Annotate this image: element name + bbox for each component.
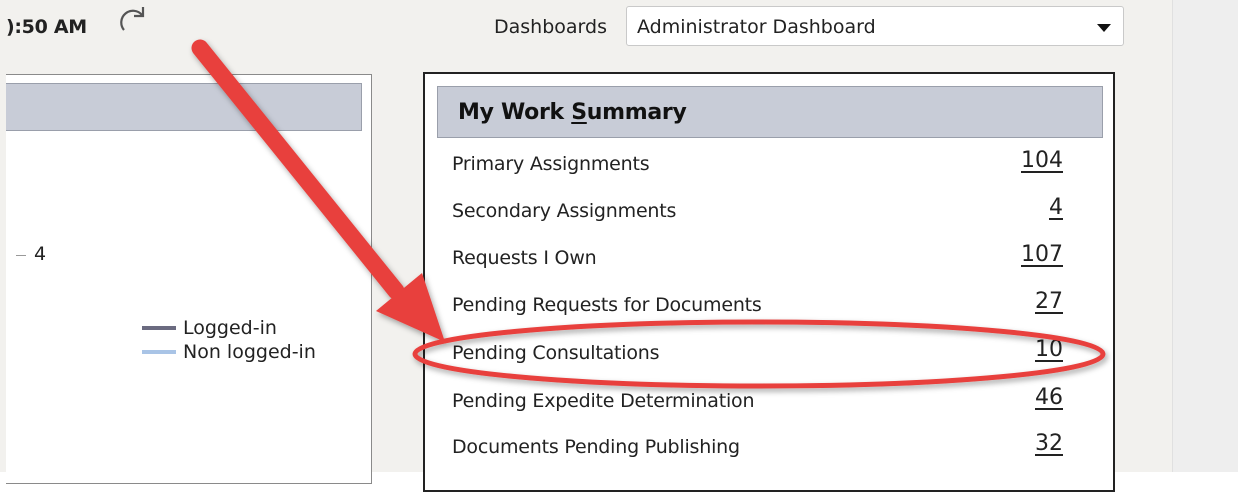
row-count-link[interactable]: 27 [1035, 289, 1063, 314]
title-accesskey: S [571, 100, 587, 125]
title-part: ummary [586, 100, 687, 125]
last-updated-time: ):50 AM [6, 16, 87, 38]
row-label: Pending Requests for Documents [452, 294, 762, 316]
my-work-summary-panel: My Work Summary Primary Assignments 104 … [423, 72, 1115, 492]
row-count-link[interactable]: 46 [1035, 385, 1063, 410]
summary-row-secondary-assignments: Secondary Assignments 4 [437, 189, 1103, 235]
row-label: Pending Consultations [452, 342, 660, 364]
legend-label: Logged-in [183, 317, 277, 339]
row-label: Pending Expedite Determination [452, 390, 755, 412]
axis-label: 4 [34, 243, 47, 265]
dashboard-select[interactable]: Administrator Dashboard [626, 6, 1124, 46]
summary-row-pending-consultations: Pending Consultations 10 [437, 331, 1103, 377]
row-count-link[interactable]: 32 [1035, 431, 1063, 456]
app-window: ):50 AM Dashboards Administrator Dashboa… [0, 0, 1172, 492]
panel-title: My Work Summary [458, 100, 687, 125]
title-part: My Work [458, 100, 572, 125]
row-label: Secondary Assignments [452, 200, 677, 222]
row-label: Requests I Own [452, 247, 597, 269]
dashboards-label: Dashboards [494, 16, 607, 38]
axis-tick [16, 255, 26, 256]
refresh-icon[interactable] [116, 4, 150, 38]
row-count-link[interactable]: 10 [1035, 337, 1063, 362]
row-label: Documents Pending Publishing [452, 436, 740, 458]
users-chart-panel: 4 Logged-in Non logged-in [6, 74, 372, 484]
row-count-link[interactable]: 104 [1021, 148, 1063, 173]
summary-row-primary-assignments: Primary Assignments 104 [437, 142, 1103, 188]
summary-row-pending-expedite-determination: Pending Expedite Determination 46 [437, 379, 1103, 425]
row-count-link[interactable]: 4 [1049, 195, 1063, 220]
legend-item-logged-in: Logged-in [142, 317, 277, 339]
legend-label: Non logged-in [183, 341, 316, 363]
legend-swatch [142, 326, 176, 330]
summary-row-requests-i-own: Requests I Own 107 [437, 236, 1103, 282]
right-gutter [1172, 0, 1238, 472]
chevron-down-icon[interactable] [1097, 24, 1111, 32]
row-label: Primary Assignments [452, 153, 650, 175]
dashboard-select-value: Administrator Dashboard [637, 16, 876, 38]
summary-row-documents-pending-publishing: Documents Pending Publishing 32 [437, 425, 1103, 471]
summary-row-pending-requests-for-documents: Pending Requests for Documents 27 [437, 283, 1103, 329]
legend-swatch [142, 350, 176, 354]
legend-item-non-logged-in: Non logged-in [142, 341, 316, 363]
row-count-link[interactable]: 107 [1021, 242, 1063, 267]
my-work-summary-header: My Work Summary [437, 86, 1103, 138]
users-chart-header [6, 83, 362, 131]
